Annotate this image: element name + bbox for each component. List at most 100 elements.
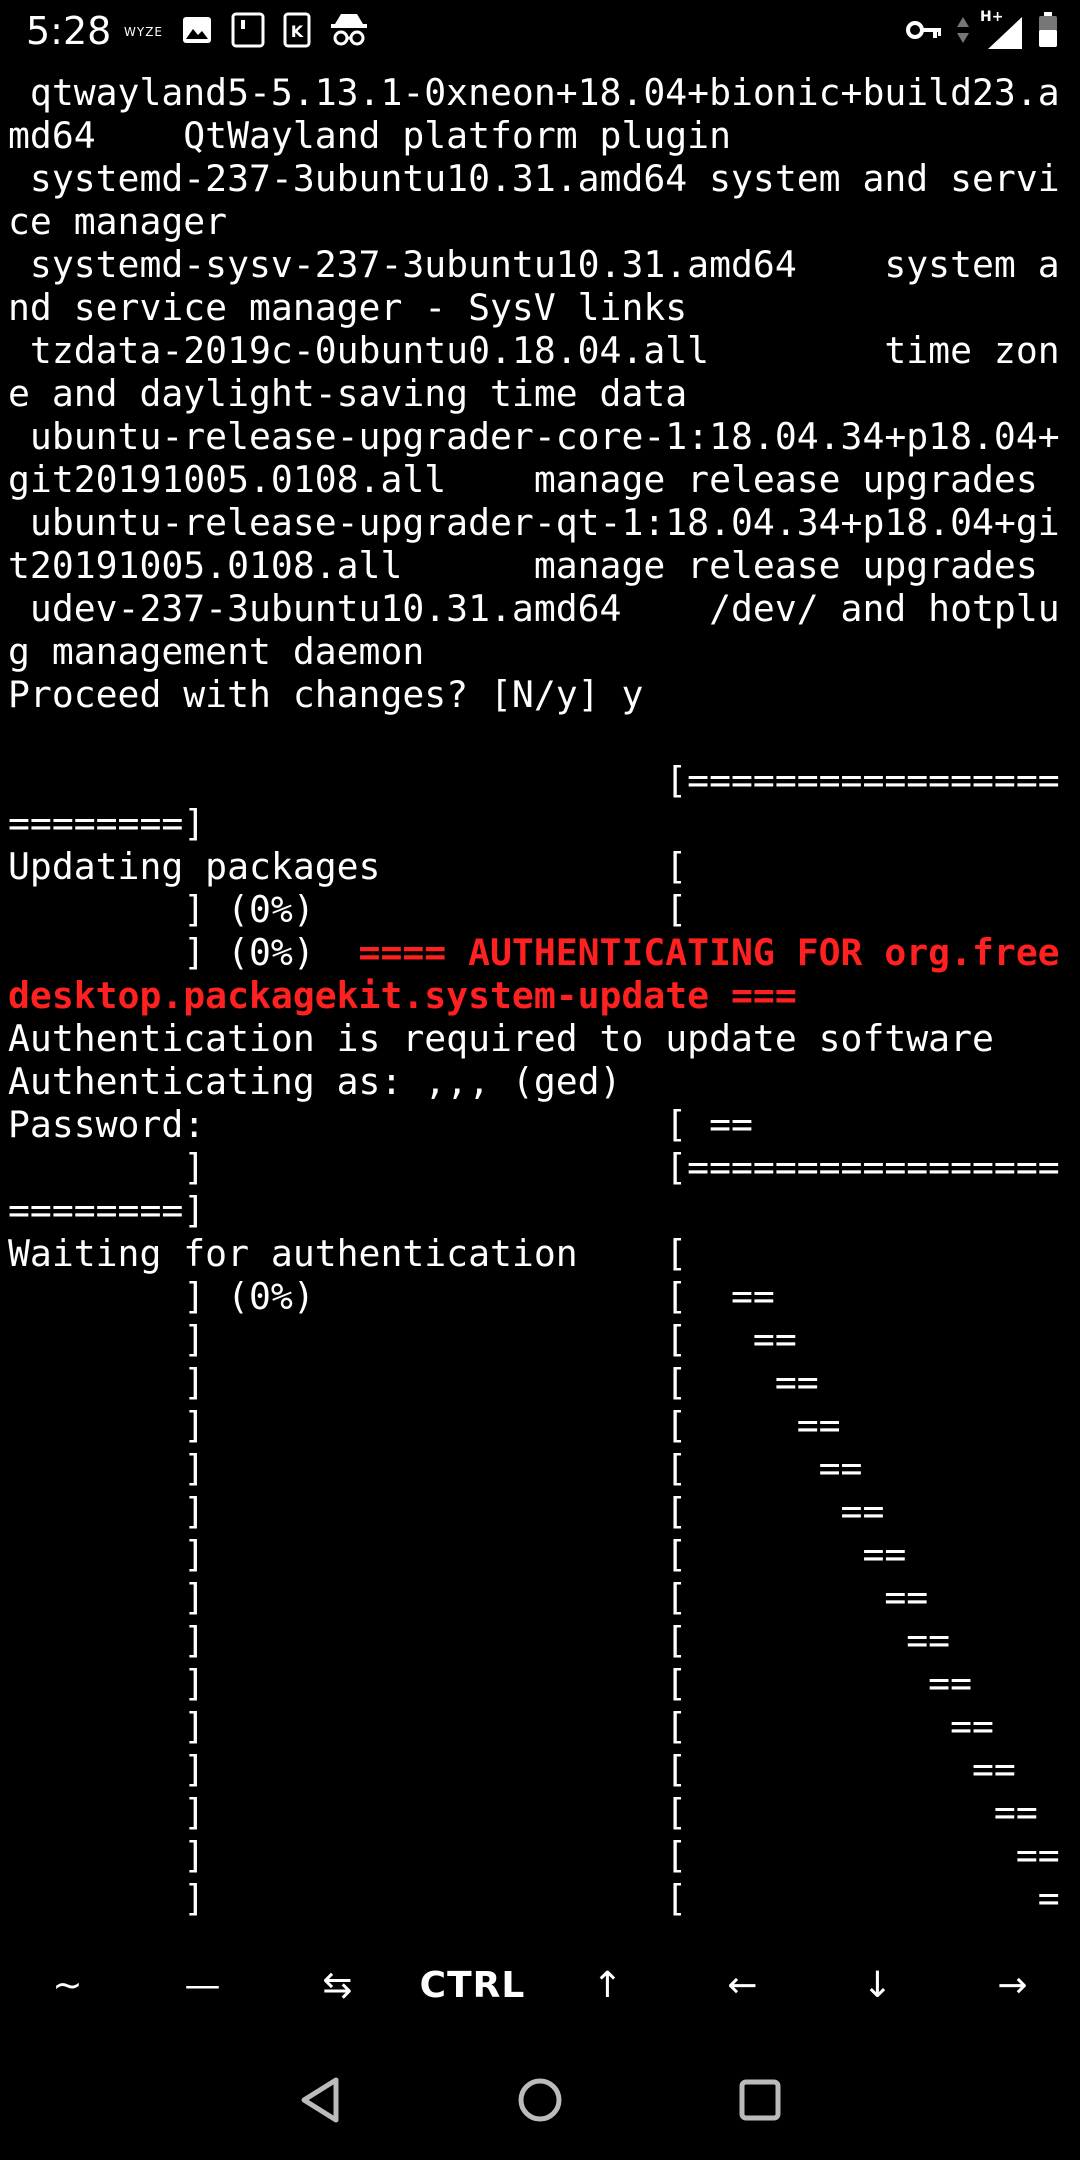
terminal-line-text: ] (0%) [	[8, 888, 688, 931]
terminal-line: ] [ =	[8, 1877, 1072, 1920]
terminal-line-text: Authentication is required to update sof…	[8, 1017, 994, 1060]
terminal-line-text: udev-237-3ubuntu10.31.amd64 /dev/ and ho…	[8, 587, 1060, 630]
terminal-line-text: ] [ ==	[8, 1619, 951, 1662]
terminal-line-text: ] [ ==	[8, 1318, 797, 1361]
terminal-line: nd service manager - SysV links	[8, 286, 1072, 329]
auth-warning-text: ==== AUTHENTICATING FOR org.free	[358, 931, 1060, 974]
terminal-line-text: ========]	[8, 802, 206, 845]
terminal-line: ] (0%) ==== AUTHENTICATING FOR org.free	[8, 931, 1072, 974]
terminal-line: systemd-sysv-237-3ubuntu10.31.amd64 syst…	[8, 243, 1072, 286]
key-ctrl[interactable]: CTRL	[405, 1945, 540, 2025]
key-tab[interactable]: ⇆	[270, 1945, 405, 2025]
navigation-bar	[0, 2040, 1080, 2160]
terminal-line-text: Authenticating as: ,,, (ged)	[8, 1060, 622, 1103]
key-left[interactable]: ←	[675, 1945, 810, 2025]
terminal-line-text: ] [ =	[8, 1877, 1060, 1920]
terminal-line-text: Waiting for authentication [	[8, 1232, 688, 1275]
terminal-line: ] [ ==	[8, 1834, 1072, 1877]
terminal-line: ] [ ==	[8, 1662, 1072, 1705]
status-bar: 5:28 WYZE K H+	[0, 0, 1080, 62]
terminal-line-text: ubuntu-release-upgrader-qt-1:18.04.34+p1…	[8, 501, 1060, 544]
terminal-line-text: Updating packages [	[8, 845, 688, 888]
terminal-line-text: ] [ ==	[8, 1490, 885, 1533]
terminal-line-text: ] [=================	[8, 1146, 1060, 1189]
key-right[interactable]: →	[945, 1945, 1080, 2025]
terminal-line-text: t20191005.0108.all manage release upgrad…	[8, 544, 1038, 587]
key-up[interactable]: ↑	[540, 1945, 675, 2025]
terminal-line-text: [=================	[8, 759, 1060, 802]
data-arrows-icon	[956, 15, 970, 49]
key-down[interactable]: ↓	[810, 1945, 945, 2025]
back-icon[interactable]	[290, 2070, 350, 2130]
terminal-line: ] [ ==	[8, 1447, 1072, 1490]
terminal-line-text: Proceed with changes? [N/y] y	[8, 673, 644, 716]
network-type-label: H+	[980, 9, 1004, 25]
terminal-line: git20191005.0108.all manage release upgr…	[8, 458, 1072, 501]
terminal-line: Proceed with changes? [N/y] y	[8, 673, 1072, 716]
terminal-line: ] [ ==	[8, 1791, 1072, 1834]
signal-icon: H+	[980, 9, 1024, 51]
terminal-line: ce manager	[8, 200, 1072, 243]
recents-icon[interactable]	[730, 2070, 790, 2130]
incognito-icon	[329, 12, 369, 52]
terminal-line: e and daylight-saving time data	[8, 372, 1072, 415]
terminal-line: ] [ ==	[8, 1318, 1072, 1361]
terminal-line: t20191005.0108.all manage release upgrad…	[8, 544, 1072, 587]
terminal-output[interactable]: qtwayland5-5.13.1-0xneon+18.04+bionic+bu…	[8, 71, 1072, 1921]
terminal-line-text: ] (0%) [ ==	[8, 1275, 775, 1318]
terminal-line-text: ce manager	[8, 200, 228, 243]
terminal-line-text: ] [ ==	[8, 1662, 972, 1705]
key-dash[interactable]: —	[135, 1945, 270, 2025]
terminal-line: Authenticating as: ,,, (ged)	[8, 1060, 1072, 1103]
terminal-line: ========]	[8, 1189, 1072, 1232]
terminal-line-text: git20191005.0108.all manage release upgr…	[8, 458, 1038, 501]
terminal-line: Password: [ ==	[8, 1103, 1072, 1146]
terminal-line: Authentication is required to update sof…	[8, 1017, 1072, 1060]
terminal-line-text: g management daemon	[8, 630, 425, 673]
terminal-line: ] [ ==	[8, 1533, 1072, 1576]
terminal-line-text: ] [ ==	[8, 1361, 819, 1404]
terminal-line-text: systemd-237-3ubuntu10.31.amd64 system an…	[8, 157, 1060, 200]
terminal-line-text: e and daylight-saving time data	[8, 372, 688, 415]
system-icons: H+	[906, 9, 1058, 52]
svg-text:K: K	[291, 22, 304, 41]
terminal-line-text: ubuntu-release-upgrader-core-1:18.04.34+…	[8, 415, 1060, 458]
sd-card-icon	[231, 12, 265, 52]
terminal-line: ] [ ==	[8, 1748, 1072, 1791]
home-icon[interactable]	[510, 2070, 570, 2130]
terminal-line: ] [ ==	[8, 1361, 1072, 1404]
terminal-line: ] [ ==	[8, 1619, 1072, 1662]
terminal-line: desktop.packagekit.system-update ===	[8, 974, 1072, 1017]
terminal-line-text: Password: [ ==	[8, 1103, 753, 1146]
terminal-line: [=================	[8, 759, 1072, 802]
vpn-key-icon	[906, 19, 942, 45]
terminal-line-text: ] (0%)	[8, 931, 359, 974]
terminal-line-text: ] [ ==	[8, 1705, 994, 1748]
terminal-line: ] [ ==	[8, 1576, 1072, 1619]
terminal-line-text: ========]	[8, 1189, 206, 1232]
terminal-line-text: ] [ ==	[8, 1533, 907, 1576]
terminal-line-text: ] [ ==	[8, 1404, 841, 1447]
terminal-line: ] [ ==	[8, 1490, 1072, 1533]
terminal-line-text: tzdata-2019c-0ubuntu0.18.04.all time zon	[8, 329, 1060, 372]
terminal-line: Waiting for authentication [	[8, 1232, 1072, 1275]
terminal-line: ========]	[8, 802, 1072, 845]
terminal-line: g management daemon	[8, 630, 1072, 673]
wyze-icon: WYZE	[124, 25, 163, 39]
terminal-line-text: systemd-sysv-237-3ubuntu10.31.amd64 syst…	[8, 243, 1060, 286]
terminal-line: Updating packages [	[8, 845, 1072, 888]
terminal-line-text: ] [ ==	[8, 1791, 1038, 1834]
terminal-line-text: nd service manager - SysV links	[8, 286, 688, 329]
extra-keys-bar: ~ — ⇆ CTRL ↑ ← ↓ →	[0, 1945, 1080, 2025]
image-icon	[181, 14, 213, 50]
terminal-line: ] [=================	[8, 1146, 1072, 1189]
terminal-line: systemd-237-3ubuntu10.31.amd64 system an…	[8, 157, 1072, 200]
notification-icons: WYZE K	[124, 12, 369, 52]
terminal-line: qtwayland5-5.13.1-0xneon+18.04+bionic+bu…	[8, 71, 1072, 114]
k-app-icon: K	[283, 12, 311, 52]
terminal-line: tzdata-2019c-0ubuntu0.18.04.all time zon	[8, 329, 1072, 372]
battery-icon	[1038, 12, 1058, 52]
terminal-line-text: qtwayland5-5.13.1-0xneon+18.04+bionic+bu…	[8, 71, 1060, 114]
key-tilde[interactable]: ~	[0, 1945, 135, 2025]
